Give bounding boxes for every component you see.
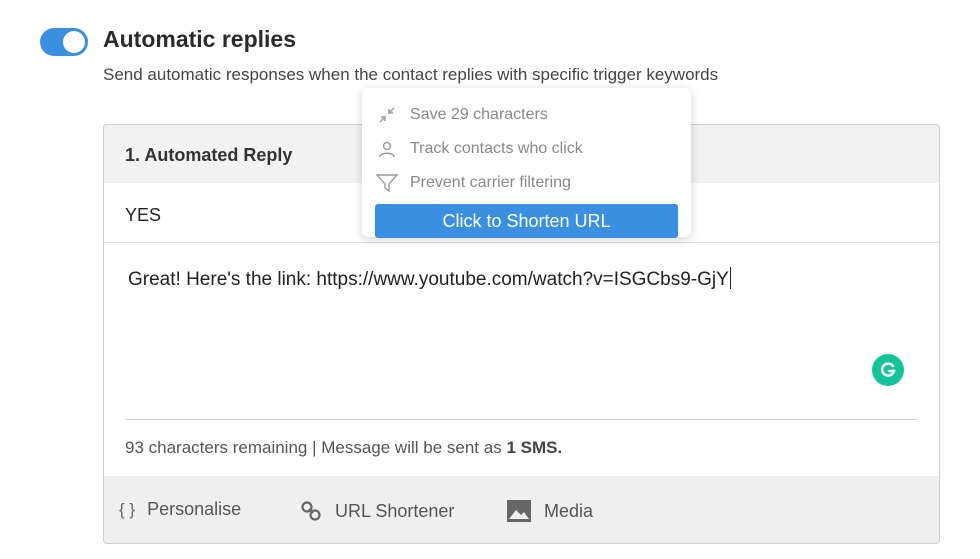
popover-item: Track contacts who click [376, 139, 583, 159]
trigger-keyword-field[interactable]: YES [125, 205, 161, 226]
message-textarea[interactable]: Great! Here's the link: https://www.yout… [128, 267, 731, 291]
url-shortener-popover: Save 29 characters Track contacts who cl… [362, 88, 691, 238]
filter-icon [376, 173, 398, 193]
media-label: Media [544, 500, 594, 521]
divider [104, 242, 939, 243]
personalise-label: Personalise [147, 499, 242, 519]
link-icon [299, 499, 323, 523]
person-icon [376, 139, 398, 159]
popover-item-label: Track contacts who click [410, 140, 583, 157]
reply-header-title: 1. Automated Reply [125, 145, 293, 165]
popover-item-label: Prevent carrier filtering [410, 174, 571, 191]
personalise-button[interactable]: { } Personalise [119, 499, 241, 520]
grammarly-icon[interactable] [872, 354, 904, 386]
text-caret [729, 267, 731, 289]
media-button[interactable]: Media [506, 499, 593, 523]
popover-item: Save 29 characters [376, 105, 548, 125]
toggle-knob [63, 31, 85, 53]
compress-icon [376, 105, 398, 125]
character-counter: 93 characters remaining | Message will b… [125, 438, 562, 458]
popover-item: Prevent carrier filtering [376, 173, 571, 193]
counter-text: 93 characters remaining | Message will b… [125, 438, 507, 457]
section-title: Automatic replies [103, 26, 296, 52]
message-toolbar: { } Personalise URL Shortener Media [104, 476, 939, 543]
image-icon [506, 499, 532, 523]
popover-item-label: Save 29 characters [410, 106, 548, 123]
section-subtitle: Send automatic responses when the contac… [103, 65, 719, 84]
divider [125, 419, 918, 420]
message-text: Great! Here's the link: https://www.yout… [128, 269, 729, 290]
url-shortener-button[interactable]: URL Shortener [299, 499, 454, 523]
sms-count: 1 SMS. [506, 438, 563, 457]
shorten-url-button[interactable]: Click to Shorten URL [375, 204, 678, 238]
braces-icon: { } [119, 499, 136, 519]
url-shortener-label: URL Shortener [335, 500, 455, 521]
automatic-replies-toggle[interactable] [40, 28, 88, 56]
